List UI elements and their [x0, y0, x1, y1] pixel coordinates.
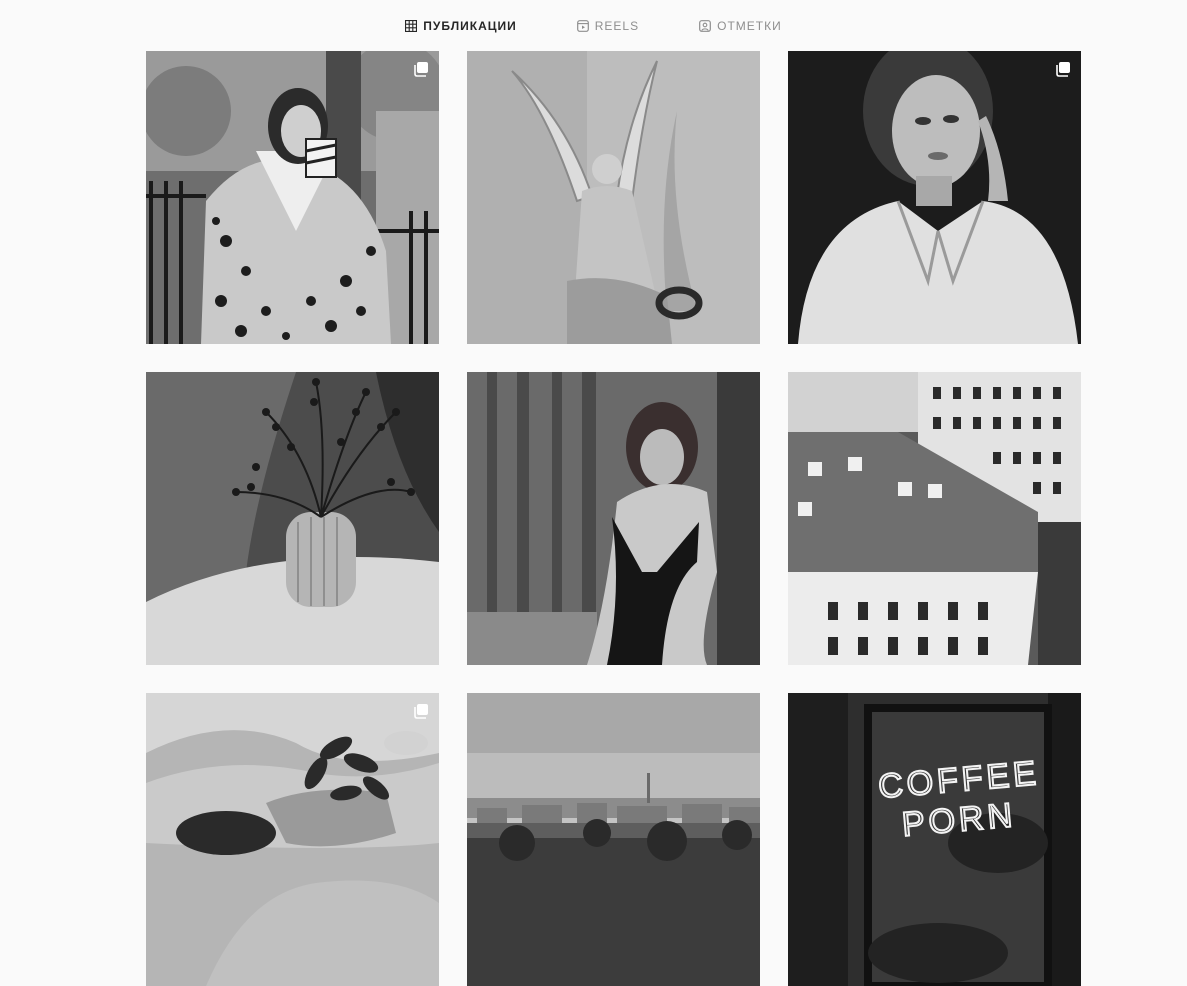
post-thumbnail[interactable]: [146, 372, 439, 665]
multiple-photos-icon: [414, 62, 428, 77]
tab-posts[interactable]: ПУБЛИКАЦИИ: [405, 0, 516, 51]
tagged-icon: [699, 19, 712, 32]
post-image: [146, 372, 439, 665]
post-image: [467, 372, 760, 665]
tab-posts-label: ПУБЛИКАЦИИ: [423, 18, 517, 33]
post-image: [146, 51, 439, 344]
multiple-photos-icon: [1056, 62, 1070, 77]
posts-grid: COFFEE PORN: [146, 51, 1081, 986]
tab-reels-label: REELS: [594, 18, 640, 33]
grid-icon: [405, 19, 418, 32]
post-image: [788, 372, 1081, 665]
post-image: COFFEE PORN: [788, 693, 1081, 986]
profile-tabs: ПУБЛИКАЦИИ REELS ОТМЕТКИ: [0, 0, 1187, 51]
post-thumbnail[interactable]: [467, 372, 760, 665]
post-thumbnail[interactable]: COFFEE PORN: [788, 693, 1081, 986]
reels-icon: [576, 19, 589, 32]
post-thumbnail[interactable]: [467, 693, 760, 986]
tab-tagged-label: ОТМЕТКИ: [717, 18, 782, 33]
post-image: [788, 51, 1081, 344]
post-thumbnail[interactable]: [146, 693, 439, 986]
post-thumbnail[interactable]: [788, 51, 1081, 344]
post-image: [467, 51, 760, 344]
tab-reels[interactable]: REELS: [576, 0, 640, 51]
post-image: [146, 693, 439, 986]
post-thumbnail[interactable]: [467, 51, 760, 344]
post-thumbnail[interactable]: [146, 51, 439, 344]
tab-tagged[interactable]: ОТМЕТКИ: [699, 0, 782, 51]
multiple-photos-icon: [414, 704, 428, 719]
post-thumbnail[interactable]: [788, 372, 1081, 665]
post-image: [467, 693, 760, 986]
